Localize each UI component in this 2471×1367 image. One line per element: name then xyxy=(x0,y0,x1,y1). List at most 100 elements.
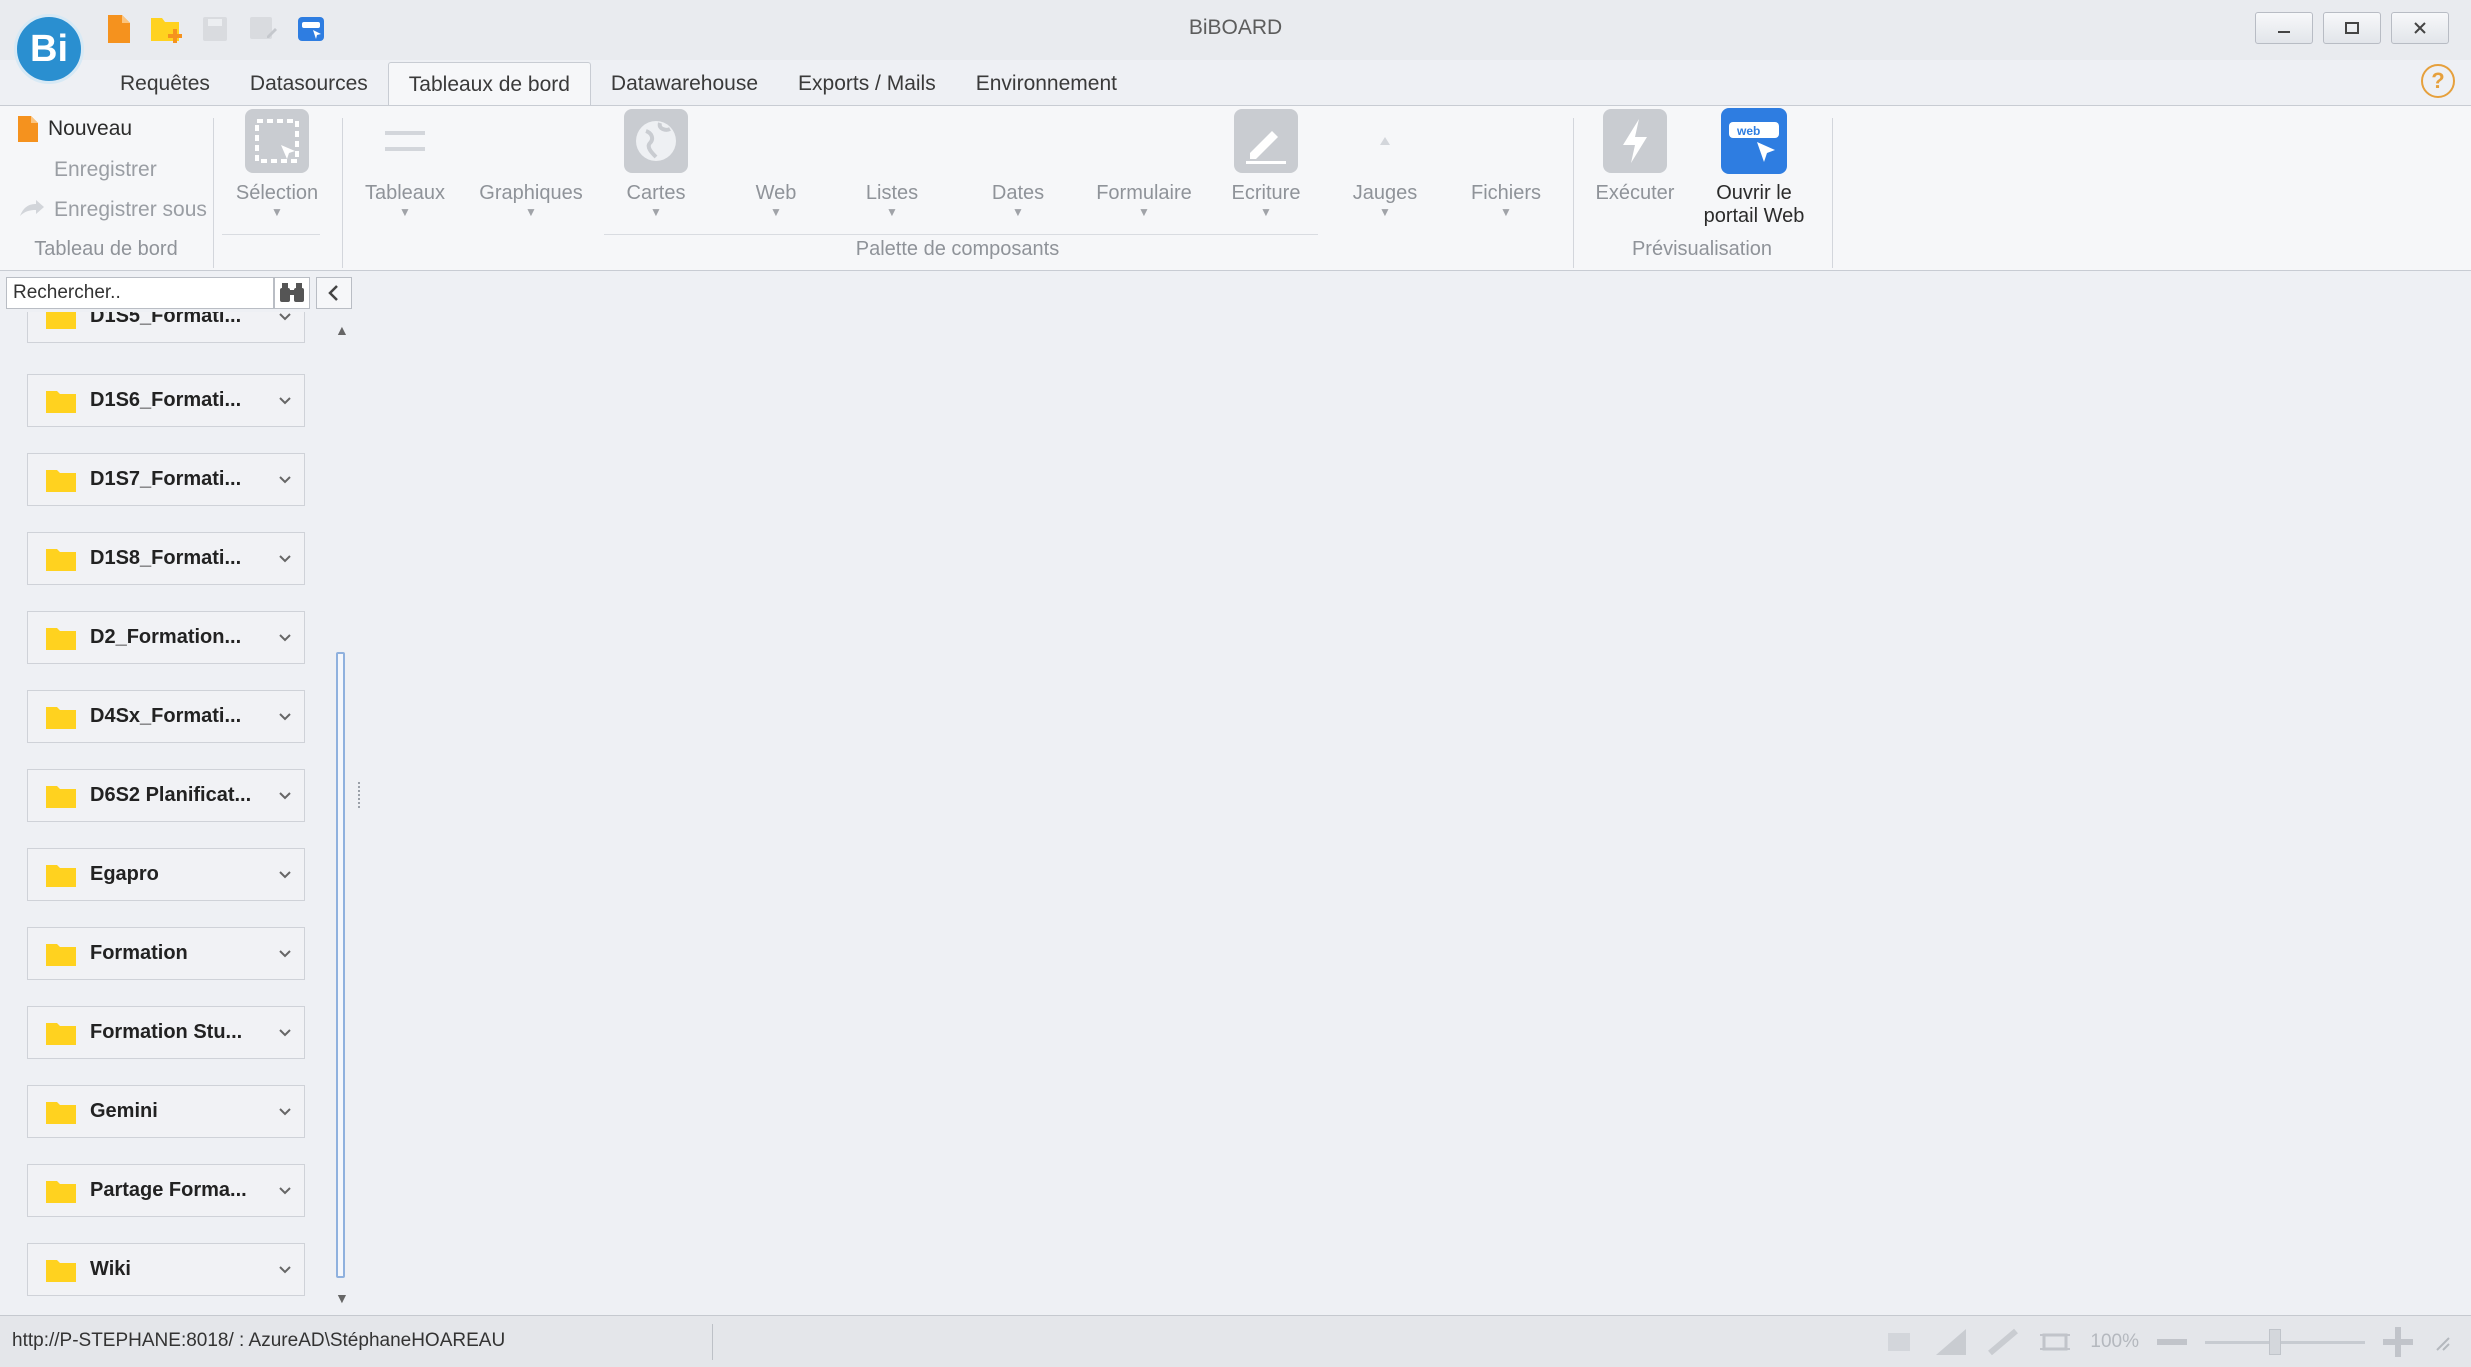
zoom-out-icon[interactable] xyxy=(2157,1337,2187,1347)
folder-icon xyxy=(46,942,76,966)
open-web-portal-button[interactable]: web Ouvrir le portail Web xyxy=(1689,108,1819,228)
pencil-icon xyxy=(1233,108,1299,174)
resize-grip-icon[interactable] xyxy=(2431,1332,2451,1352)
new-button[interactable]: Nouveau xyxy=(18,116,132,142)
tab-environnement[interactable]: Environnement xyxy=(956,62,1137,106)
folder-item[interactable]: D6S2 Planificat... xyxy=(27,769,305,822)
selection-icon xyxy=(244,108,310,174)
zoom-in-icon[interactable] xyxy=(2383,1327,2413,1357)
folder-item[interactable]: D4Sx_Formati... xyxy=(27,690,305,743)
group-underline xyxy=(604,234,1318,235)
selection-button[interactable]: Sélection ▼ xyxy=(212,108,342,219)
chevron-down-icon[interactable] xyxy=(266,554,304,564)
scrollbar-thumb[interactable] xyxy=(336,652,345,1278)
status-separator xyxy=(712,1324,713,1360)
folder-item[interactable]: Partage Forma... xyxy=(27,1164,305,1217)
chevron-down-icon[interactable] xyxy=(266,870,304,880)
chevron-down-icon[interactable] xyxy=(266,712,304,722)
folder-item[interactable]: D1S5_Formati... xyxy=(27,312,305,343)
tab-requetes[interactable]: Requêtes xyxy=(100,62,230,106)
chevron-down-icon[interactable] xyxy=(266,475,304,485)
web-badge-text: web xyxy=(1736,124,1760,138)
folder-item[interactable]: D1S7_Formati... xyxy=(27,453,305,506)
folder-label: Partage Forma... xyxy=(90,1179,247,1201)
folder-label: D1S8_Formati... xyxy=(90,547,242,569)
ribbon: Nouveau Enregistrer Enregistrer sous Tab… xyxy=(0,105,2471,271)
palette-fichiers[interactable]: Fichiers ▼ xyxy=(1441,108,1571,219)
folder-label: Egapro xyxy=(90,863,159,885)
app-logo[interactable]: Bi xyxy=(14,14,84,84)
search-input[interactable] xyxy=(6,277,274,309)
tab-datasources[interactable]: Datasources xyxy=(230,62,388,106)
maximize-button[interactable] xyxy=(2323,12,2381,44)
chevron-down-icon[interactable] xyxy=(266,1028,304,1038)
zoom-slider[interactable] xyxy=(2205,1328,2365,1355)
folder-item[interactable]: Formation xyxy=(27,927,305,980)
folder-icon xyxy=(46,784,76,808)
palette-formulaire[interactable]: Formulaire ▼ xyxy=(1077,108,1211,219)
fit-width-icon[interactable] xyxy=(1934,1327,1968,1357)
palette-cartes[interactable]: Cartes ▼ xyxy=(591,108,721,219)
folder-icon xyxy=(46,626,76,650)
folder-item[interactable]: D1S6_Formati... xyxy=(27,374,305,427)
palette-tableaux[interactable]: Tableaux ▼ xyxy=(340,108,470,219)
actual-size-icon[interactable] xyxy=(2038,1327,2072,1357)
tab-tableaux-de-bord[interactable]: Tableaux de bord xyxy=(387,62,591,106)
chevron-down-icon[interactable] xyxy=(266,949,304,959)
tab-datawarehouse[interactable]: Datawarehouse xyxy=(591,62,778,106)
grid-icon[interactable] xyxy=(1986,1327,2020,1357)
chevron-down-icon: ▼ xyxy=(1260,205,1272,219)
chevron-down-icon[interactable] xyxy=(266,312,304,322)
zoom-controls: 100% xyxy=(1882,1324,2451,1360)
chevron-down-icon: ▼ xyxy=(650,205,662,219)
chevron-down-icon: ▼ xyxy=(271,205,283,219)
minimize-button[interactable] xyxy=(2255,12,2313,44)
collapse-panel-button[interactable] xyxy=(316,277,352,309)
web-portal-icon: web xyxy=(1721,108,1787,174)
panel-splitter[interactable] xyxy=(358,782,362,808)
folder-icon xyxy=(46,389,76,413)
close-button[interactable] xyxy=(2391,12,2449,44)
folder-item[interactable]: D1S8_Formati... xyxy=(27,532,305,585)
chevron-down-icon[interactable] xyxy=(266,1186,304,1196)
zoom-level: 100% xyxy=(2090,1331,2139,1352)
chevron-down-icon[interactable] xyxy=(266,1265,304,1275)
scroll-up-icon[interactable]: ▲ xyxy=(335,322,349,338)
zoom-slider-thumb[interactable] xyxy=(2269,1328,2281,1355)
help-icon[interactable]: ? xyxy=(2421,64,2455,98)
chevron-down-icon[interactable] xyxy=(266,396,304,406)
chevron-down-icon: ▼ xyxy=(886,205,898,219)
chevron-down-icon[interactable] xyxy=(266,1107,304,1117)
chevron-down-icon: ▼ xyxy=(1012,205,1024,219)
palette-graphiques[interactable]: Graphiques ▼ xyxy=(466,108,596,219)
folder-label: D1S5_Formati... xyxy=(90,312,242,327)
folder-item[interactable]: D2_Formation... xyxy=(27,611,305,664)
folder-item[interactable]: Gemini xyxy=(27,1085,305,1138)
chevron-down-icon[interactable] xyxy=(266,633,304,643)
palette-web[interactable]: Web ▼ xyxy=(711,108,841,219)
search-button[interactable] xyxy=(274,277,310,309)
folder-item[interactable]: Formation Stu... xyxy=(27,1006,305,1059)
fit-page-icon[interactable] xyxy=(1882,1327,1916,1357)
folder-item[interactable]: Egapro xyxy=(27,848,305,901)
save-as-button[interactable]: Enregistrer sous xyxy=(18,198,207,222)
palette-jauges[interactable]: Jauges ▼ xyxy=(1320,108,1450,219)
chevron-down-icon[interactable] xyxy=(266,791,304,801)
scroll-down-icon[interactable]: ▼ xyxy=(335,1290,349,1306)
new-label: Nouveau xyxy=(48,117,133,140)
save-label: Enregistrer xyxy=(54,158,157,181)
lightning-icon xyxy=(1602,108,1668,174)
folder-label: Formation xyxy=(90,942,188,964)
palette-dates[interactable]: Dates ▼ xyxy=(953,108,1083,219)
folder-item[interactable]: Wiki xyxy=(27,1243,305,1296)
chevron-down-icon: ▼ xyxy=(525,205,537,219)
tab-exports-mails[interactable]: Exports / Mails xyxy=(778,62,956,106)
palette-ecriture[interactable]: Ecriture ▼ xyxy=(1201,108,1331,219)
chevron-down-icon: ▼ xyxy=(770,205,782,219)
save-button[interactable]: Enregistrer xyxy=(54,158,157,182)
globe-icon xyxy=(623,108,689,174)
palette-listes[interactable]: Listes ▼ xyxy=(827,108,957,219)
execute-button[interactable]: Exécuter xyxy=(1570,108,1700,205)
status-bar: http://P-STEPHANE:8018/ : AzureAD\Stépha… xyxy=(0,1315,2471,1367)
folder-scrollbar[interactable]: ▲ ▼ xyxy=(335,312,349,1312)
